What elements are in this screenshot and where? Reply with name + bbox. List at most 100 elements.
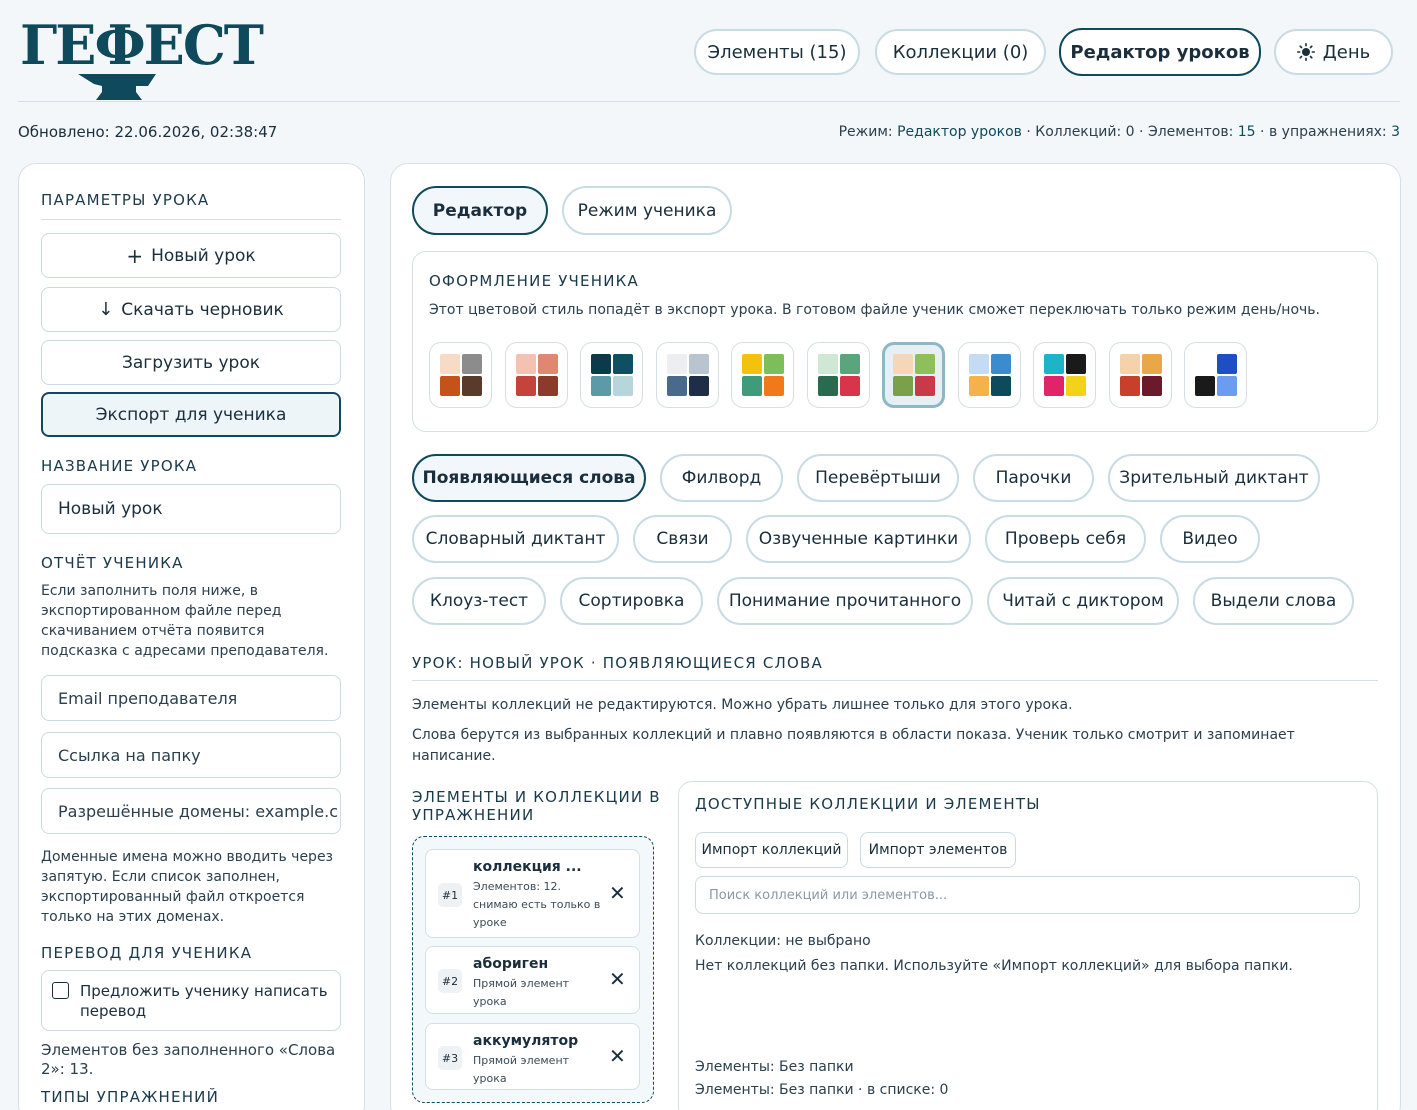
export-student-button[interactable]: Экспорт для ученика — [41, 392, 341, 437]
allowed-domains-input[interactable]: Разрешённые домены: example.c — [41, 788, 341, 834]
arrow-down-icon: ↓ — [98, 299, 114, 320]
domains-hint: Доменные имена можно вводить через запят… — [41, 849, 333, 925]
palette-swatch[interactable] — [882, 342, 945, 408]
palette-color — [1044, 376, 1064, 396]
import-collections-button[interactable]: Импорт коллекций — [695, 832, 848, 868]
nav-lesson-editor-label: Редактор уроков — [1070, 41, 1250, 63]
report-title: ОТЧЁТ УЧЕНИКА — [41, 554, 184, 572]
nav-elements-button[interactable]: Элементы (15) — [694, 29, 860, 75]
exercise-item[interactable]: #3 аккумулятор Прямой элемент урока ✕ — [425, 1023, 640, 1090]
lesson-name-title: НАЗВАНИЕ УРОКА — [41, 457, 198, 475]
palette-swatch[interactable] — [1033, 342, 1096, 408]
remove-item-icon[interactable]: ✕ — [609, 967, 626, 991]
palette-swatch[interactable] — [1184, 342, 1247, 408]
exercise-type-tab[interactable]: Словарный диктант — [412, 515, 619, 563]
translation-option[interactable]: Предложить ученику написать перевод — [41, 970, 341, 1031]
palette-color — [515, 376, 536, 396]
exercise-type-tab[interactable]: Зрительный диктант — [1108, 454, 1320, 502]
nav-collections-label: Коллекции (0) — [892, 41, 1029, 63]
palette-color — [515, 354, 536, 374]
translation-title: ПЕРЕВОД ДЛЯ УЧЕНИКА — [41, 944, 253, 962]
teacher-email-placeholder: Email преподавателя — [58, 688, 238, 708]
palette-swatch[interactable] — [429, 342, 492, 408]
in-exercises-label: в упражнениях: — [1268, 124, 1387, 140]
available-title: ДОСТУПНЫЕ КОЛЛЕКЦИИ И ЭЛЕМЕНТЫ — [695, 795, 1041, 813]
palette-swatch[interactable] — [806, 342, 870, 408]
import-collections-label: Импорт коллекций — [701, 842, 842, 858]
palette-color — [990, 376, 1011, 396]
exercise-item[interactable]: #2 абориген Прямой элемент урока ✕ — [425, 946, 640, 1014]
item-title: аккумулятор — [473, 1033, 579, 1049]
search-input[interactable]: Поиск коллекций или элементов... — [695, 876, 1360, 914]
app-logo: ГЕФЕСТ — [20, 18, 264, 108]
exercise-type-tab[interactable]: Читай с диктором — [987, 577, 1179, 625]
palette-swatch[interactable] — [957, 342, 1021, 408]
exercise-type-tab[interactable]: Сортировка — [560, 577, 703, 625]
remove-item-icon[interactable]: ✕ — [609, 881, 626, 905]
nav-collections-button[interactable]: Коллекции (0) — [875, 29, 1046, 75]
palette-color — [817, 376, 838, 396]
exercise-type-tab[interactable]: Связи — [633, 515, 732, 563]
palette-color — [440, 376, 460, 396]
tab-student-mode[interactable]: Режим ученика — [562, 186, 732, 235]
separator: · — [1139, 124, 1144, 140]
exercise-type-tab[interactable]: Проверь себя — [985, 515, 1146, 563]
exercise-type-label: Проверь себя — [1004, 529, 1127, 549]
tab-student-mode-label: Режим ученика — [577, 200, 717, 221]
nav-lesson-editor-button[interactable]: Редактор уроков — [1059, 28, 1261, 76]
palette-color — [688, 354, 709, 374]
exercise-type-label: Филворд — [681, 468, 762, 488]
palette-swatch[interactable] — [1108, 342, 1172, 408]
palette-color — [893, 354, 913, 374]
palette-color — [537, 354, 558, 374]
palette-swatch[interactable] — [580, 342, 643, 408]
header-divider — [18, 101, 1400, 102]
load-lesson-button[interactable]: Загрузить урок — [41, 340, 341, 385]
import-elements-label: Импорт элементов — [868, 842, 1008, 858]
exercise-type-tab[interactable]: Выдели слова — [1193, 577, 1354, 625]
exercise-item[interactable]: #1 коллекция ... Элементов: 12. снимаю ест… — [425, 849, 640, 938]
item-number: #2 — [438, 969, 462, 993]
palette-color — [1141, 376, 1162, 396]
new-lesson-button[interactable]: + Новый урок — [41, 233, 341, 278]
allowed-domains-placeholder: Разрешённые домены: example.c — [58, 801, 339, 821]
exercise-type-tab[interactable]: Филворд — [660, 454, 783, 502]
exercise-type-label: Понимание прочитанного — [728, 591, 962, 611]
teacher-email-input[interactable]: Email преподавателя — [41, 675, 341, 721]
tab-editor[interactable]: Редактор — [412, 186, 548, 235]
student-style-title: ОФОРМЛЕНИЕ УЧЕНИКА — [429, 272, 639, 290]
remove-item-icon[interactable]: ✕ — [609, 1044, 626, 1068]
exercise-type-tab[interactable]: Клоуз-тест — [412, 577, 546, 625]
folder-link-input[interactable]: Ссылка на папку — [41, 732, 341, 778]
params-divider — [41, 219, 341, 220]
theme-label: День — [1322, 41, 1371, 63]
palette-swatch[interactable] — [655, 342, 719, 408]
exercise-type-tab[interactable]: Парочки — [973, 454, 1094, 502]
exercise-note-2: Слова берутся из выбранных коллекций и п… — [412, 727, 1295, 764]
palette-color — [1044, 354, 1064, 374]
palette-color — [1217, 354, 1237, 374]
translation-checkbox[interactable] — [52, 982, 69, 999]
mode-label: Режим: — [838, 124, 893, 140]
palette-swatch[interactable] — [731, 342, 794, 408]
lesson-name-input[interactable]: Новый урок — [41, 484, 341, 534]
exercise-type-label: Клоуз-тест — [429, 591, 529, 611]
palette-swatch[interactable] — [504, 342, 568, 408]
palette-color — [1195, 354, 1215, 374]
no-collections-msg: Нет коллекций без папки. Используйте «Им… — [695, 958, 1293, 974]
palette-color — [440, 354, 460, 374]
palette-color — [990, 354, 1011, 374]
download-draft-button[interactable]: ↓ Скачать черновик — [41, 287, 341, 332]
exercise-type-tab[interactable]: Понимание прочитанного — [717, 577, 973, 625]
exercise-type-tab[interactable]: Перевёртыши — [797, 454, 959, 502]
exercise-type-label: Парочки — [995, 468, 1072, 488]
exercise-type-tab[interactable]: Озвученные картинки — [746, 515, 971, 563]
theme-toggle-button[interactable]: День — [1274, 29, 1393, 75]
import-elements-button[interactable]: Импорт элементов — [860, 832, 1016, 868]
palette-color — [1195, 376, 1215, 396]
lesson-header-divider — [412, 680, 1378, 681]
exercise-type-label: Зрительный диктант — [1119, 468, 1309, 488]
exercise-type-tab[interactable]: Появляющиеся слова — [412, 454, 646, 502]
exercise-type-tab[interactable]: Видео — [1160, 515, 1260, 563]
palette-color — [1119, 376, 1140, 396]
